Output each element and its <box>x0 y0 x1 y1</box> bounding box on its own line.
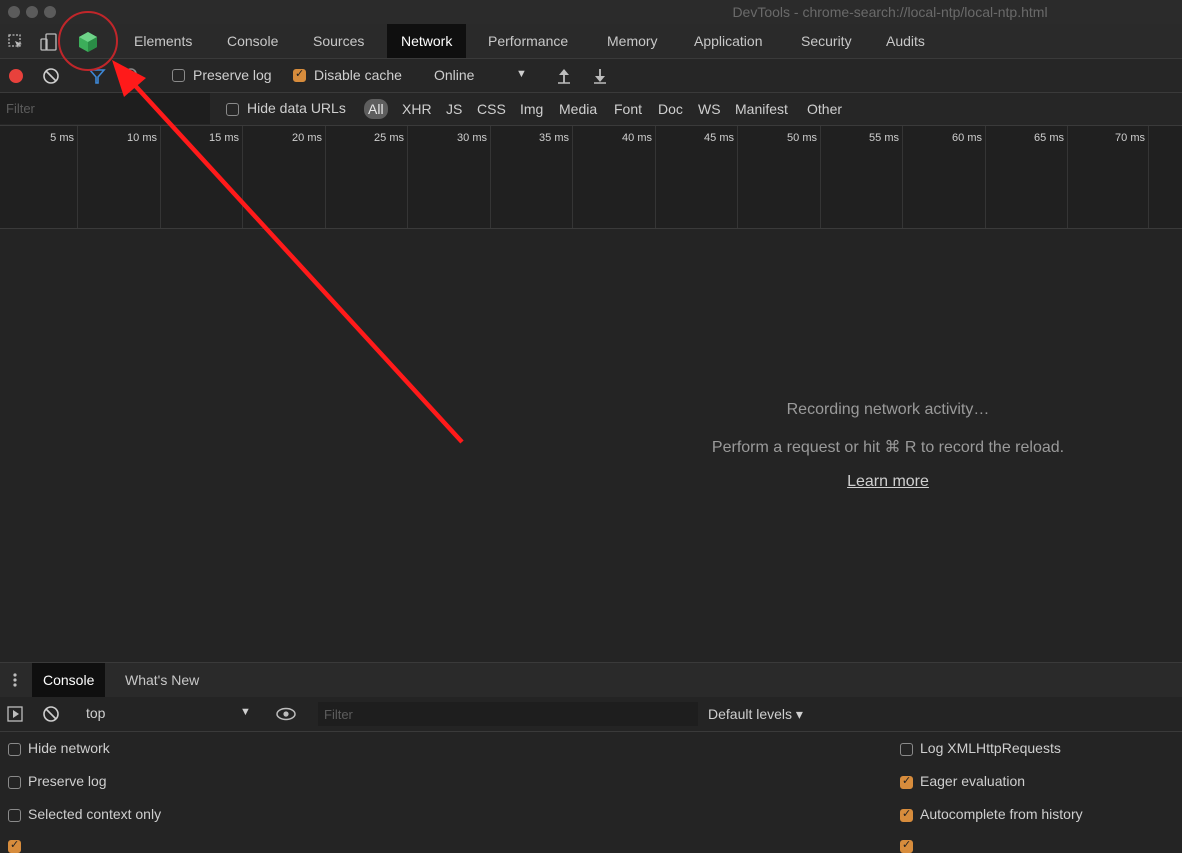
tab-elements[interactable]: Elements <box>120 24 206 58</box>
reload-hint-text: Perform a request or hit ⌘ R to record t… <box>711 439 1065 456</box>
drawer-tab-console[interactable]: Console <box>32 663 106 697</box>
timeline-tick: 65 ms <box>986 126 1068 228</box>
inspect-element-icon[interactable] <box>6 32 26 52</box>
window-title: DevTools - chrome-search://local-ntp/loc… <box>732 4 1048 20</box>
filter-type-media[interactable]: Media <box>559 99 597 119</box>
preserve-log-console-label: Preserve log <box>28 773 107 789</box>
clear-icon[interactable] <box>42 67 60 85</box>
timeline-tick: 10 ms <box>78 126 161 228</box>
autocomplete-history-label: Autocomplete from history <box>920 806 1083 822</box>
preserve-log-checkbox[interactable] <box>172 69 185 82</box>
tab-audits[interactable]: Audits <box>872 24 939 58</box>
partial-hidden-checkbox[interactable] <box>8 838 21 853</box>
filter-icon[interactable] <box>88 67 106 85</box>
context-select[interactable]: top ▼ <box>80 702 258 726</box>
console-toolbar: top ▼ Default levels ▾ <box>0 697 1182 732</box>
live-expression-eye-icon[interactable] <box>274 704 298 724</box>
filter-type-all[interactable]: All <box>364 99 388 119</box>
close-window-button[interactable] <box>8 6 20 18</box>
network-overview-timeline[interactable]: 5 ms 10 ms 15 ms 20 ms 25 ms 30 ms 35 ms… <box>0 126 1182 229</box>
window-titlebar: DevTools - chrome-search://local-ntp/loc… <box>0 0 1182 24</box>
hide-network-checkbox[interactable] <box>8 743 21 756</box>
drawer-tab-whats-new[interactable]: What's New <box>114 663 210 697</box>
autocomplete-history-checkbox[interactable] <box>900 807 913 822</box>
filter-type-js[interactable]: JS <box>446 99 462 119</box>
chevron-down-icon: ▼ <box>240 706 251 718</box>
learn-more-link[interactable]: Learn more <box>847 473 929 490</box>
selected-context-only-checkbox[interactable] <box>8 809 21 822</box>
timeline-tick: 15 ms <box>161 126 243 228</box>
eager-evaluation-checkbox[interactable] <box>900 774 913 789</box>
partial-hidden-checkbox-right[interactable] <box>900 838 913 853</box>
filter-type-img[interactable]: Img <box>520 99 543 119</box>
tab-network[interactable]: Network <box>387 24 467 58</box>
network-filterbar: Hide data URLs All XHR JS CSS Img Media … <box>0 93 1182 126</box>
execute-context-icon[interactable] <box>6 705 24 723</box>
log-xhr-label: Log XMLHttpRequests <box>920 740 1061 756</box>
timeline-tick: 20 ms <box>243 126 326 228</box>
console-settings-panel: Hide network Preserve log Selected conte… <box>0 732 1182 853</box>
throttling-value: Online <box>434 67 475 83</box>
preserve-log-label: Preserve log <box>193 67 272 83</box>
filter-type-xhr[interactable]: XHR <box>402 99 432 119</box>
tab-console[interactable]: Console <box>213 24 292 58</box>
timeline-tick: 60 ms <box>903 126 986 228</box>
import-har-icon[interactable] <box>556 67 572 85</box>
timeline-tick: 55 ms <box>821 126 903 228</box>
device-toolbar-icon[interactable] <box>38 32 60 52</box>
zoom-window-button[interactable] <box>44 6 56 18</box>
console-filter-input[interactable] <box>318 702 698 726</box>
timeline-tick: 45 ms <box>656 126 738 228</box>
hide-data-urls-label: Hide data URLs <box>247 100 346 116</box>
tab-memory[interactable]: Memory <box>593 24 672 58</box>
disable-cache-label: Disable cache <box>314 67 402 83</box>
filter-type-ws[interactable]: WS <box>698 99 721 119</box>
eager-evaluation-label: Eager evaluation <box>920 773 1026 789</box>
timeline-tick: 50 ms <box>738 126 821 228</box>
timeline-tick: 35 ms <box>491 126 573 228</box>
search-icon[interactable] <box>124 67 142 85</box>
tab-performance[interactable]: Performance <box>474 24 582 58</box>
disable-cache-checkbox[interactable] <box>293 67 306 82</box>
timeline-tick: 70 ms <box>1068 126 1149 228</box>
preserve-log-console-checkbox[interactable] <box>8 776 21 789</box>
minimize-window-button[interactable] <box>26 6 38 18</box>
filter-type-font[interactable]: Font <box>614 99 642 119</box>
recording-status-text: Recording network activity… <box>786 401 990 418</box>
timeline-tick: 30 ms <box>408 126 491 228</box>
record-icon[interactable] <box>8 68 24 84</box>
log-xhr-checkbox[interactable] <box>900 743 913 756</box>
timeline-tick: 25 ms <box>326 126 408 228</box>
drawer-menu-icon[interactable] <box>8 671 22 689</box>
network-toolbar: Preserve log Disable cache Online ▼ <box>0 59 1182 93</box>
timeline-tick: 5 ms <box>0 126 78 228</box>
tab-security[interactable]: Security <box>787 24 866 58</box>
tab-sources[interactable]: Sources <box>299 24 378 58</box>
selected-context-only-label: Selected context only <box>28 806 162 822</box>
filter-type-css[interactable]: CSS <box>477 99 506 119</box>
default-levels-dropdown[interactable]: Default levels ▾ <box>708 706 803 723</box>
filter-type-doc[interactable]: Doc <box>658 99 683 119</box>
chevron-down-icon: ▼ <box>516 68 527 80</box>
network-request-list: Recording network activity… Perform a re… <box>0 229 1182 661</box>
devtools-tabbar: Elements Console Sources Network Perform… <box>0 24 1182 59</box>
throttling-select[interactable]: Online ▼ <box>424 64 536 86</box>
network-filter-input[interactable] <box>0 93 210 124</box>
context-value: top <box>86 705 106 721</box>
extension-cube-icon[interactable] <box>76 31 100 53</box>
filter-type-other[interactable]: Other <box>807 99 842 119</box>
hide-network-label: Hide network <box>28 740 110 756</box>
tab-application[interactable]: Application <box>680 24 777 58</box>
timeline-tick: 40 ms <box>573 126 656 228</box>
hide-data-urls-checkbox[interactable] <box>226 103 239 116</box>
export-har-icon[interactable] <box>592 67 608 85</box>
filter-type-manifest[interactable]: Manifest <box>735 99 788 119</box>
clear-console-icon[interactable] <box>42 705 60 723</box>
drawer-tabbar: Console What's New <box>0 662 1182 698</box>
